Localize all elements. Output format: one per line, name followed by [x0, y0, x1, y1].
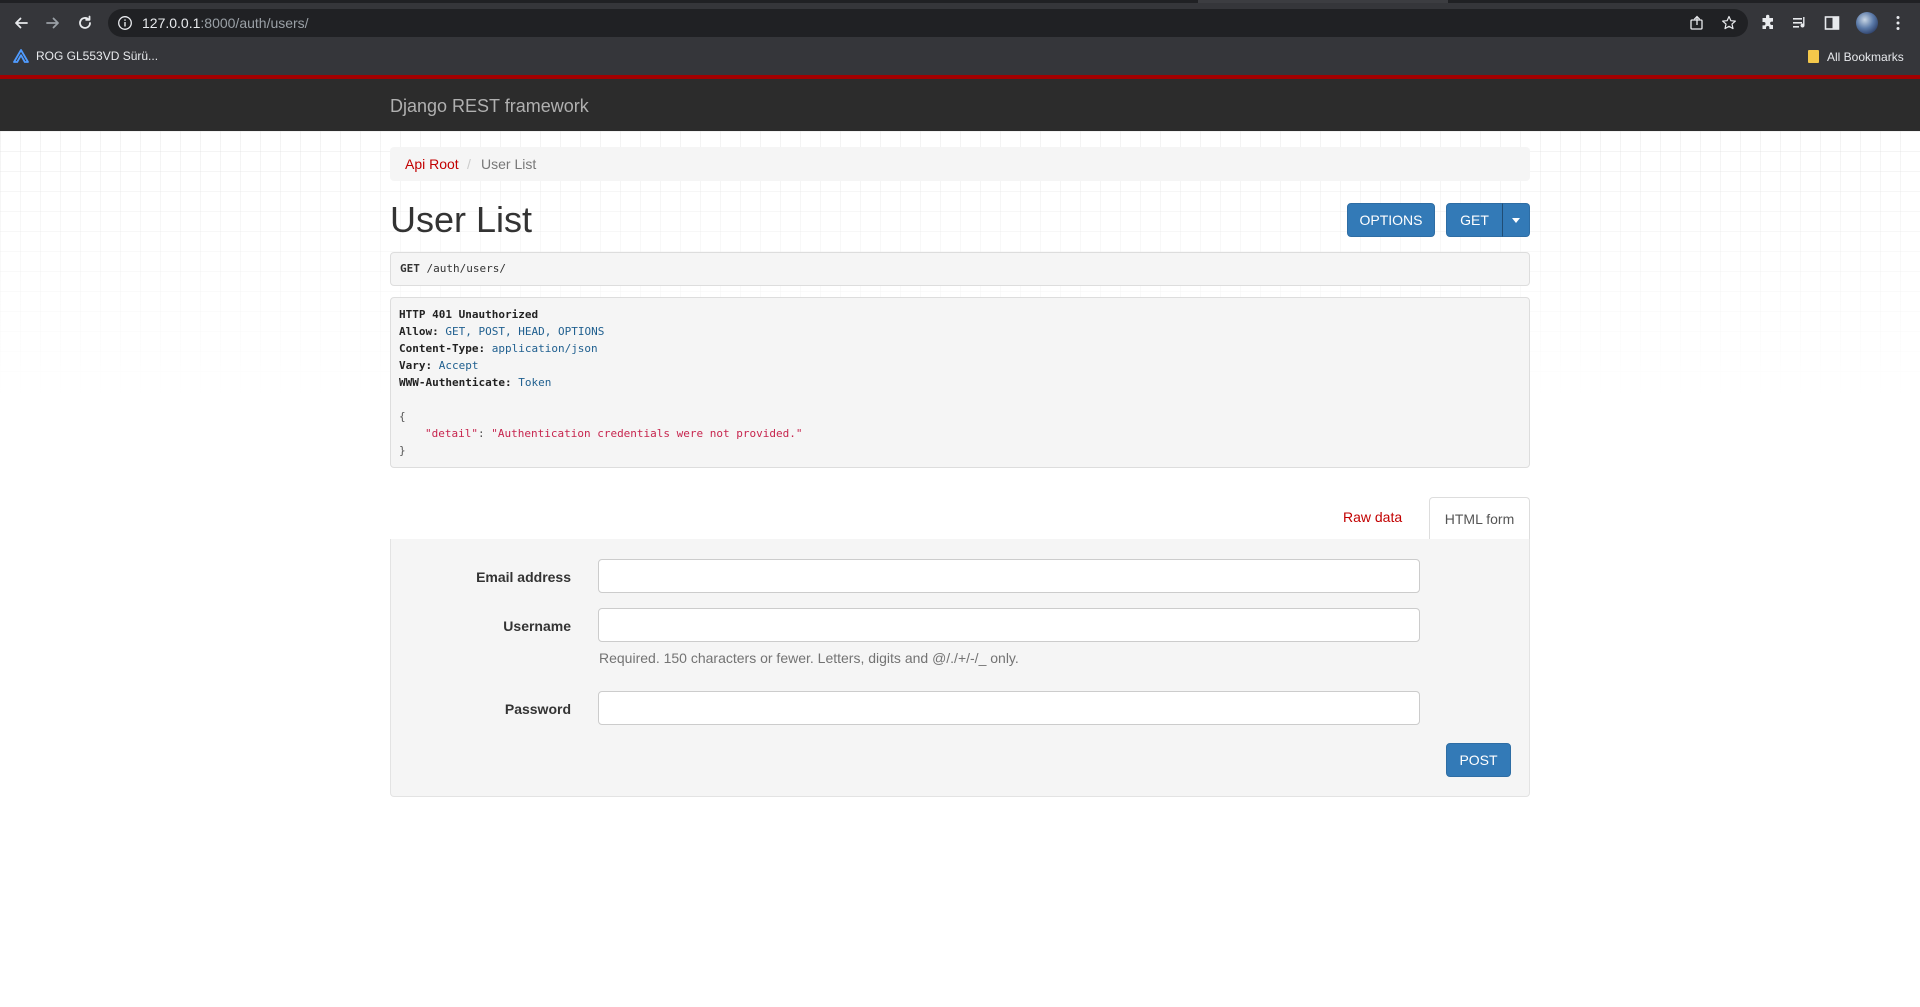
breadcrumb: Api Root / User List [390, 147, 1530, 181]
request-method: GET [400, 262, 420, 275]
username-field[interactable] [598, 608, 1420, 642]
all-bookmarks-label: All Bookmarks [1827, 49, 1904, 64]
breadcrumb-separator: / [467, 156, 471, 172]
forward-button[interactable] [41, 11, 65, 35]
form-tabs: Raw data HTML form [390, 497, 1530, 540]
bookmark-label: ROG GL553VD Sürü... [36, 49, 159, 63]
get-format-dropdown-button[interactable] [1502, 203, 1530, 237]
request-info: GET /auth/users/ [390, 252, 1530, 286]
response-header-www-authenticate: WWW-Authenticate: Token [399, 376, 552, 389]
email-label: Email address [476, 569, 571, 585]
reload-button[interactable] [73, 11, 97, 35]
password-field[interactable] [598, 691, 1420, 725]
username-label: Username [503, 618, 571, 634]
get-button[interactable]: GET [1446, 203, 1503, 237]
reload-icon [79, 15, 91, 29]
url-text[interactable]: 127.0.0.1:8000/auth/users/ [142, 15, 309, 31]
bookmark-item[interactable]: ROG GL553VD Sürü... [13, 49, 158, 63]
browser-toolbar: 127.0.0.1:8000/auth/users/ [0, 3, 1920, 41]
tab-raw-data[interactable]: Raw data [1343, 509, 1402, 525]
kebab-menu-icon[interactable] [1889, 14, 1907, 32]
caret-down-icon [1512, 217, 1520, 223]
password-label: Password [504, 701, 571, 717]
arrow-right-icon [46, 17, 59, 29]
url-path: :8000/auth/users/ [200, 15, 309, 31]
email-field[interactable] [598, 559, 1420, 593]
page-content: Django REST framework Api Root / User Li… [0, 75, 1920, 1007]
share-icon[interactable] [1689, 15, 1705, 31]
asus-rog-logo-icon [13, 49, 29, 63]
browser-chrome: 127.0.0.1:8000/auth/users/ ROG GL553VD S… [0, 0, 1920, 75]
username-help-text: Required. 150 characters or fewer. Lette… [599, 650, 1019, 666]
response-body-open: { [399, 410, 406, 423]
request-path: /auth/users/ [426, 262, 506, 275]
profile-avatar[interactable] [1856, 12, 1878, 34]
info-icon[interactable] [117, 15, 133, 31]
response-body-detail: "detail": "Authentication credentials we… [425, 427, 803, 440]
response-header-allow: Allow: GET, POST, HEAD, OPTIONS [399, 325, 605, 338]
breadcrumb-current: User List [481, 156, 537, 172]
options-button[interactable]: OPTIONS [1347, 203, 1435, 237]
response-status: HTTP 401 Unauthorized [399, 308, 539, 321]
html-form: Email address Username Required. 150 cha… [390, 539, 1530, 797]
response-body-close: } [399, 444, 406, 457]
bookmark-star-icon[interactable] [1721, 15, 1737, 31]
back-button[interactable] [9, 11, 33, 35]
breadcrumb-api-root-link[interactable]: Api Root [405, 156, 459, 172]
top-navbar: Django REST framework [0, 75, 1920, 131]
response-header-vary: Vary: Accept [399, 359, 479, 372]
response-info: HTTP 401 Unauthorized Allow: GET, POST, … [390, 297, 1530, 468]
address-bar[interactable]: 127.0.0.1:8000/auth/users/ [108, 9, 1748, 37]
bookmarks-bar: ROG GL553VD Sürü... All Bookmarks [0, 42, 1920, 72]
tab-html-form[interactable]: HTML form [1429, 497, 1530, 540]
response-header-content-type: Content-Type: application/json [399, 342, 598, 355]
folder-icon [1808, 50, 1819, 63]
reading-list-icon[interactable] [1791, 14, 1809, 32]
request-line: GET /auth/users/ [400, 262, 506, 275]
all-bookmarks-button[interactable]: All Bookmarks [1807, 49, 1904, 64]
brand-link[interactable]: Django REST framework [390, 96, 589, 117]
post-button[interactable]: POST [1446, 743, 1511, 777]
arrow-left-icon [15, 17, 28, 29]
extensions-icon[interactable] [1759, 14, 1777, 32]
page-title: User List [390, 199, 533, 240]
url-host: 127.0.0.1 [142, 15, 201, 31]
side-panel-icon[interactable] [1823, 14, 1841, 32]
